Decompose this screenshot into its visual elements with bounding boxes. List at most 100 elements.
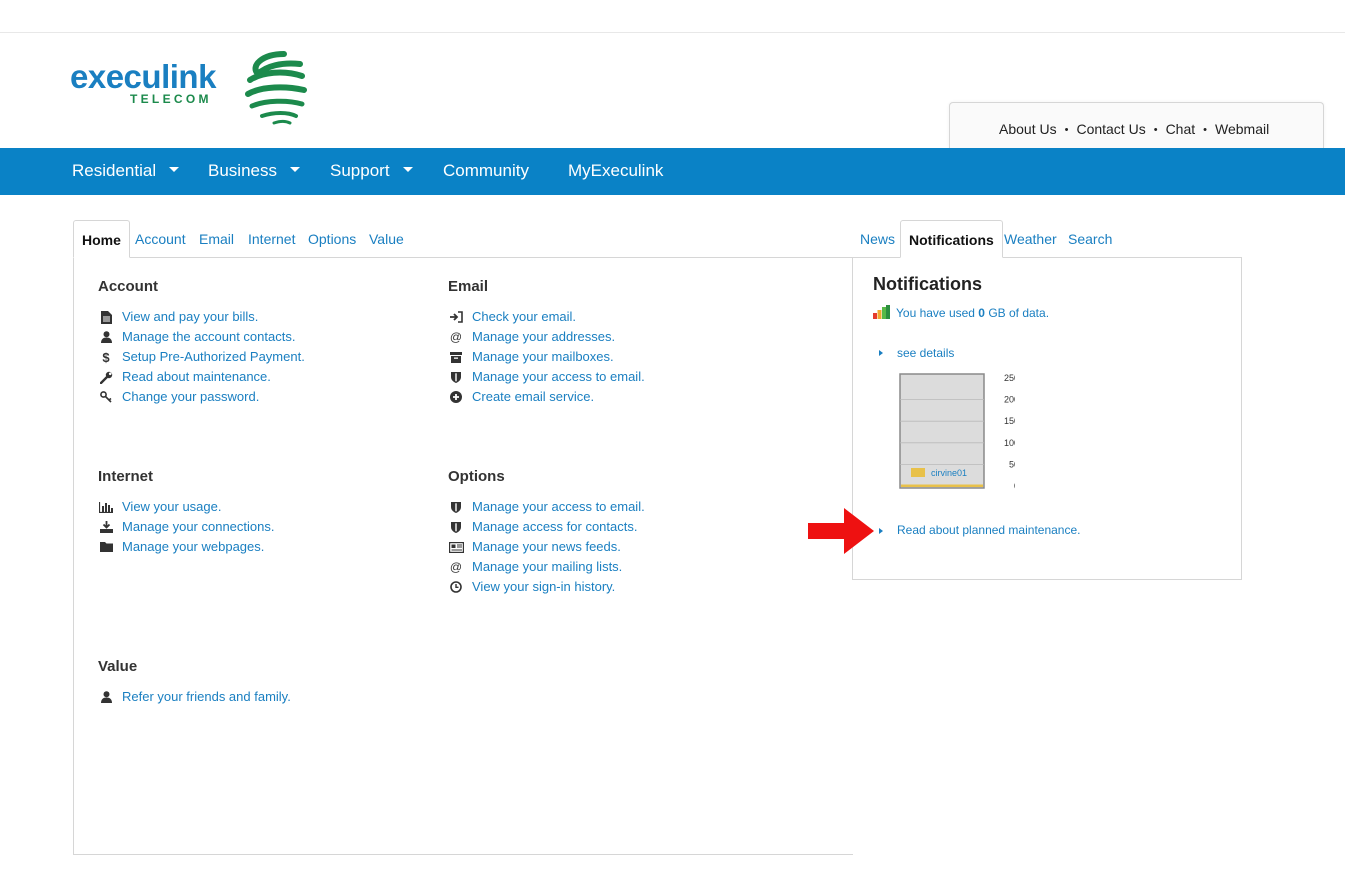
news-feeds-link[interactable]: Manage your news feeds. — [472, 539, 621, 554]
mailing-lists-link[interactable]: Manage your mailing lists. — [472, 559, 622, 574]
change-password-link[interactable]: Change your password. — [122, 389, 259, 404]
internet-heading: Internet — [98, 468, 154, 485]
nav-business-label: Business — [208, 161, 277, 180]
account-heading: Account — [98, 278, 158, 295]
value-heading: Value — [98, 658, 138, 675]
user-icon — [98, 689, 114, 705]
usage-summary: You have used 0 GB of data. — [873, 305, 1049, 320]
sign-in-icon — [448, 309, 464, 325]
nav-residential-label: Residential — [72, 161, 157, 180]
shield-icon — [448, 499, 464, 515]
maintenance-link[interactable]: Read about maintenance. — [122, 369, 271, 384]
utility-links-box: About Us • Contact Us • Chat • Webmail — [949, 102, 1324, 148]
email-heading: Email — [448, 278, 489, 295]
list-item[interactable]: View your sign-in history. — [448, 578, 768, 598]
manage-connections-link[interactable]: Manage your connections. — [122, 519, 274, 534]
check-email-link[interactable]: Check your email. — [472, 309, 576, 324]
manage-mailboxes-link[interactable]: Manage your mailboxes. — [472, 349, 614, 364]
chart-y-tick-label: 150 — [1004, 416, 1015, 426]
email-section: Email Check your email. @ Manage your ad… — [448, 278, 768, 408]
manage-addresses-link[interactable]: Manage your addresses. — [472, 329, 615, 344]
pre-authorized-payment-link[interactable]: Setup Pre-Authorized Payment. — [122, 349, 305, 364]
view-usage-link[interactable]: View your usage. — [122, 499, 222, 514]
nav-myexeculink[interactable]: MyExeculink — [568, 161, 663, 181]
usage-value: 0 — [978, 306, 985, 320]
tab-notifications[interactable]: Notifications — [900, 220, 1003, 258]
sign-in-history-link[interactable]: View your sign-in history. — [472, 579, 615, 594]
about-us-link[interactable]: About Us — [999, 121, 1057, 137]
list-item[interactable]: Manage the account contacts. — [98, 328, 418, 348]
contacts-access-link[interactable]: Manage access for contacts. — [472, 519, 637, 534]
view-bills-link[interactable]: View and pay your bills. — [122, 309, 258, 324]
planned-maintenance-link[interactable]: Read about planned maintenance. — [897, 523, 1080, 537]
list-item[interactable]: Create email service. — [448, 388, 768, 408]
tab-home[interactable]: Home — [73, 220, 130, 258]
nav-community[interactable]: Community — [443, 161, 529, 181]
email-access-link[interactable]: Manage your access to email. — [472, 369, 645, 384]
manage-contacts-link[interactable]: Manage the account contacts. — [122, 329, 295, 344]
create-email-link[interactable]: Create email service. — [472, 389, 594, 404]
contact-us-link[interactable]: Contact Us — [1076, 121, 1145, 137]
list-item[interactable]: Manage your connections. — [98, 518, 418, 538]
account-section: Account View and pay your bills. Manage … — [98, 278, 418, 408]
list-item[interactable]: $ Setup Pre-Authorized Payment. — [98, 348, 418, 368]
chart-y-tick-label: 50 — [1009, 459, 1015, 469]
manage-webpages-link[interactable]: Manage your webpages. — [122, 539, 264, 554]
tab-search[interactable]: Search — [1068, 220, 1112, 258]
plus-circle-icon — [448, 389, 464, 405]
tab-email[interactable]: Email — [199, 220, 234, 258]
list-item[interactable]: Change your password. — [98, 388, 418, 408]
list-item[interactable]: Refer your friends and family. — [98, 688, 418, 708]
list-item[interactable]: Manage your access to email. — [448, 368, 768, 388]
nav-business[interactable]: Business — [208, 161, 300, 181]
wrench-icon — [98, 369, 114, 385]
list-item[interactable]: Manage your access to email. — [448, 498, 768, 518]
execulink-logo[interactable]: execulink TELECOM — [70, 50, 330, 126]
tab-weather[interactable]: Weather — [1004, 220, 1057, 258]
nav-residential[interactable]: Residential — [72, 161, 180, 181]
main-nav: Residential Business Support Community M… — [0, 148, 1345, 195]
chart-y-tick-label: 200 — [1004, 395, 1015, 405]
top-divider — [0, 32, 1345, 33]
logo-tagline: TELECOM — [130, 92, 212, 106]
list-item[interactable]: Read about maintenance. — [98, 368, 418, 388]
chart-legend-swatch — [911, 468, 925, 477]
tab-news[interactable]: News — [860, 220, 895, 258]
webmail-link[interactable]: Webmail — [1215, 121, 1269, 137]
tab-internet[interactable]: Internet — [248, 220, 295, 258]
tab-value[interactable]: Value — [369, 220, 404, 258]
list-item[interactable]: Manage your news feeds. — [448, 538, 768, 558]
chat-link[interactable]: Chat — [1166, 121, 1196, 137]
list-item[interactable]: Manage your mailboxes. — [448, 348, 768, 368]
list-item[interactable]: Manage your webpages. — [98, 538, 418, 558]
nav-support[interactable]: Support — [330, 161, 413, 181]
list-item[interactable]: Check your email. — [448, 308, 768, 328]
list-item[interactable]: View your usage. — [98, 498, 418, 518]
shield-icon — [448, 519, 464, 535]
globe-logo-icon — [245, 51, 307, 125]
download-icon — [98, 519, 114, 535]
document-icon — [98, 309, 114, 325]
notifications-panel: Notifications You have used 0 GB of data… — [852, 257, 1242, 580]
tab-options[interactable]: Options — [308, 220, 356, 258]
usage-prefix: You have used — [896, 306, 979, 320]
see-details-link[interactable]: see details — [897, 346, 954, 360]
list-item[interactable]: @ Manage your mailing lists. — [448, 558, 768, 578]
list-item[interactable]: @ Manage your addresses. — [448, 328, 768, 348]
clock-icon — [448, 579, 464, 595]
newspaper-icon — [448, 539, 464, 555]
internet-section: Internet View your usage. Manage your co… — [98, 468, 418, 558]
refer-friends-link[interactable]: Refer your friends and family. — [122, 689, 291, 704]
key-icon — [98, 389, 114, 405]
archive-icon — [448, 349, 464, 365]
list-item[interactable]: Manage access for contacts. — [448, 518, 768, 538]
list-item[interactable]: View and pay your bills. — [98, 308, 418, 328]
separator-dot: • — [1064, 124, 1069, 136]
chart-legend-label: cirvine01 — [931, 468, 967, 478]
tab-account[interactable]: Account — [135, 220, 186, 258]
usage-chart: 0 50 100 150 200 250 cirvine01 — [899, 373, 1015, 491]
expand-arrow-icon — [879, 528, 883, 534]
options-email-access-link[interactable]: Manage your access to email. — [472, 499, 645, 514]
bar-chart-icon — [98, 499, 114, 515]
separator-dot: • — [1203, 124, 1207, 136]
